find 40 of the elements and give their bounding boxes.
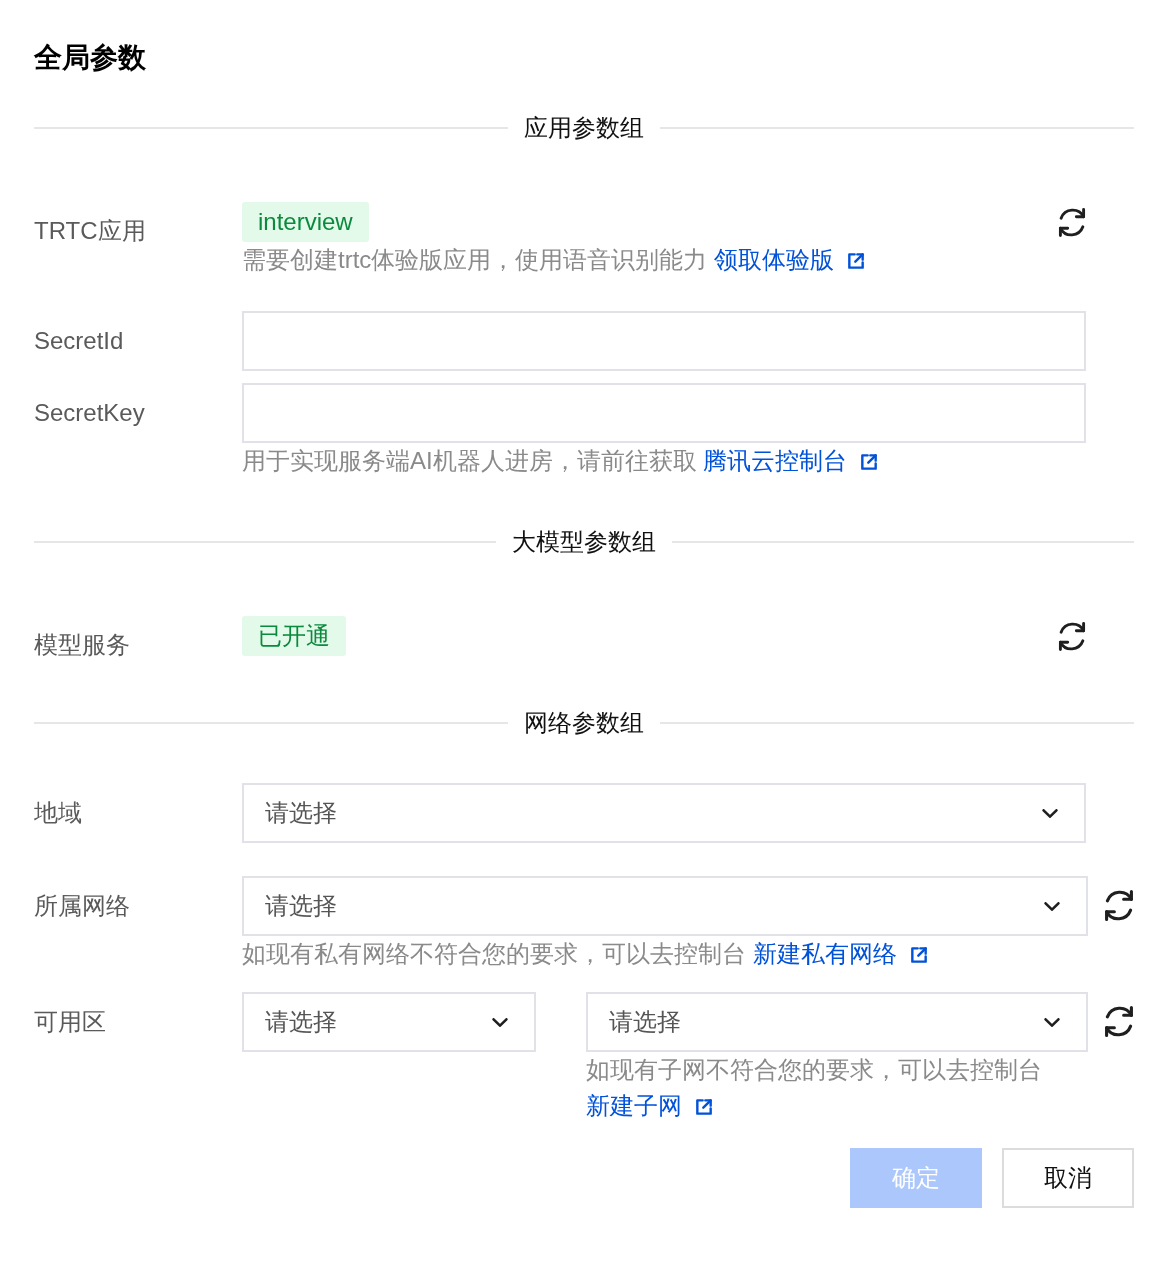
field-label: 地域: [34, 798, 83, 828]
refresh-icon[interactable]: [1058, 622, 1086, 651]
help-text: 需要创建trtc体验版应用，使用语音识别能力 领取体验版: [242, 242, 1086, 278]
field-label: SecretId: [34, 326, 125, 356]
field-label: 所属网络: [34, 891, 131, 921]
value-tag: 已开通: [242, 616, 346, 656]
external-link-icon: [848, 253, 864, 269]
section-title: 应用参数组: [523, 113, 645, 143]
select-field[interactable]: 请选择: [242, 992, 536, 1052]
external-link-icon: [861, 454, 878, 470]
link[interactable]: 领取体验版: [714, 246, 864, 273]
field-label: TRTC应用: [34, 216, 147, 246]
refresh-icon[interactable]: [1104, 1006, 1134, 1037]
value-tag: interview: [242, 202, 369, 242]
section-title: 大模型参数组: [511, 527, 657, 557]
refresh-icon[interactable]: [1058, 208, 1086, 237]
field-label: 模型服务: [34, 630, 131, 660]
field-label: 可用区: [34, 1007, 107, 1037]
input-field[interactable]: [242, 383, 1086, 443]
chevron-down-icon: [1044, 1017, 1060, 1027]
select-field[interactable]: 请选择: [586, 992, 1088, 1052]
external-link-icon: [910, 947, 927, 963]
field-label: SecretKey: [34, 398, 146, 428]
select-field[interactable]: 请选择: [242, 783, 1086, 843]
link[interactable]: 新建私有网络: [752, 940, 927, 967]
external-link-icon: [696, 1099, 712, 1115]
input-field[interactable]: [242, 311, 1086, 371]
section-title: 网络参数组: [523, 708, 645, 738]
select-field[interactable]: 请选择: [242, 876, 1088, 936]
chevron-down-icon: [492, 1017, 508, 1027]
help-text: 如现有子网不符合您的要求，可以去控制台 新建子网: [586, 1055, 1043, 1121]
link[interactable]: 新建子网: [586, 1092, 712, 1119]
help-text: 用于实现服务端AI机器人进房，请前往获取 腾讯云控制台: [242, 443, 1086, 479]
dialog-title: 全局参数: [34, 41, 146, 75]
dialog-button[interactable]: 取消: [1002, 1148, 1134, 1208]
link[interactable]: 腾讯云控制台: [703, 447, 878, 474]
help-text: 如现有私有网络不符合您的要求，可以去控制台 新建私有网络: [242, 936, 1088, 972]
refresh-icon[interactable]: [1104, 890, 1134, 921]
chevron-down-icon: [1044, 901, 1060, 911]
chevron-down-icon: [1042, 808, 1058, 818]
